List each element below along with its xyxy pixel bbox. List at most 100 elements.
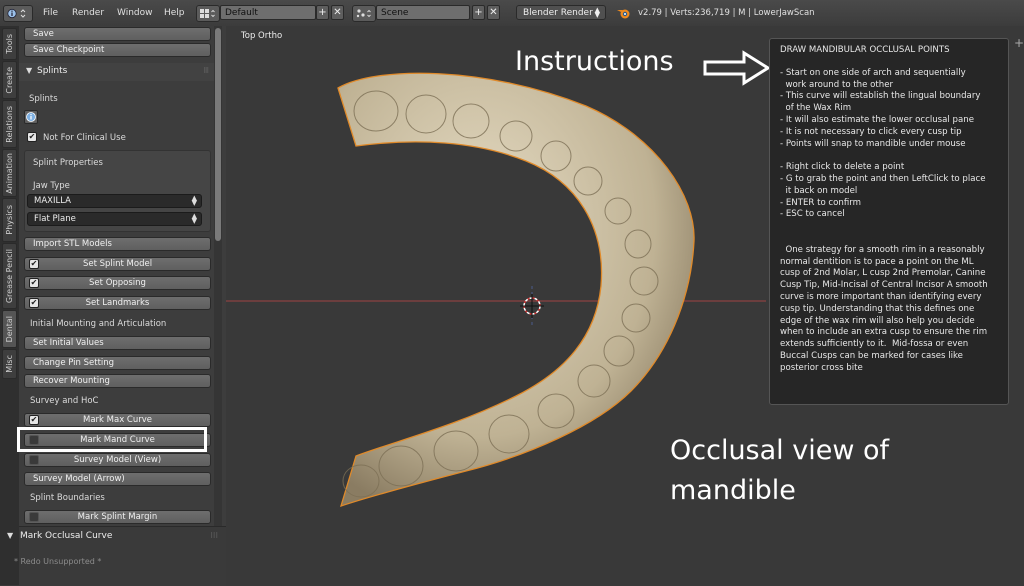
set-splint-model-button[interactable]: ✔ Set Splint Model: [24, 257, 211, 271]
layout-grid-icon: [200, 9, 215, 18]
survey-model-view-button[interactable]: Survey Model (View): [24, 453, 211, 467]
import-stl-button[interactable]: Import STL Models: [24, 237, 211, 251]
mark-splint-margin-checkbox[interactable]: [29, 512, 39, 522]
tab-misc-label: Misc: [5, 355, 14, 373]
info-icon: [7, 8, 26, 19]
plane-select[interactable]: Flat Plane ▲ ▼: [27, 212, 202, 226]
tab-create[interactable]: Create: [2, 61, 17, 99]
tab-dental[interactable]: Dental: [2, 310, 17, 348]
collapse-triangle-icon[interactable]: ▼: [7, 531, 13, 540]
close-icon: ✕: [333, 7, 342, 18]
menu-render-label: Render: [72, 8, 105, 18]
set-splint-model-checkbox[interactable]: ✔: [29, 259, 39, 269]
panel-scrollbar[interactable]: [214, 26, 222, 526]
tab-grease-pencil[interactable]: Grease Pencil: [2, 243, 17, 309]
save-checkpoint-button[interactable]: Save Checkpoint: [24, 43, 211, 57]
tab-relations[interactable]: Relations: [2, 100, 17, 148]
drag-handle-icon[interactable]: ⁝⁝⁝: [203, 66, 209, 75]
info-icon: [26, 112, 36, 122]
add-scene-button[interactable]: +: [472, 5, 485, 20]
menu-help-label: Help: [164, 8, 185, 18]
mark-max-curve-checkbox[interactable]: ✔: [29, 415, 39, 425]
updown-arrow-icon: ▲ ▼: [594, 5, 600, 19]
mark-max-curve-label: Mark Max Curve: [82, 415, 152, 425]
collapse-triangle-icon: ▼: [26, 66, 33, 75]
set-initial-values-label: Set Initial Values: [33, 338, 104, 348]
tab-misc[interactable]: Misc: [2, 349, 17, 379]
operator-header-label: Mark Occlusal Curve: [20, 531, 113, 541]
survey-model-arrow-label: Survey Model (Arrow): [33, 474, 125, 484]
splints-label: Splints: [29, 94, 58, 104]
initial-mounting-label: Initial Mounting and Articulation: [30, 319, 167, 329]
updown-arrow-icon: ▲ ▼: [191, 212, 197, 225]
tab-animation-label: Animation: [5, 152, 14, 194]
plus-icon[interactable]: +: [1014, 36, 1024, 50]
plus-icon: +: [318, 7, 327, 18]
info-button[interactable]: [24, 110, 38, 124]
scene-value: Scene: [381, 7, 409, 18]
jaw-type-value: MAXILLA: [34, 196, 71, 206]
close-icon: ✕: [489, 7, 498, 18]
instruction-title: DRAW MANDIBULAR OCCLUSAL POINTS: [780, 45, 950, 55]
tab-tools-label: Tools: [5, 34, 14, 54]
set-opposing-button[interactable]: ✔ Set Opposing: [24, 276, 211, 290]
change-pin-label: Change Pin Setting: [33, 358, 115, 368]
menu-render[interactable]: Render: [72, 0, 104, 26]
3d-viewport[interactable]: Top Ortho Instructions Occlusal view of …: [226, 26, 1024, 585]
tab-create-label: Create: [5, 66, 14, 94]
survey-model-arrow-button[interactable]: Survey Model (Arrow): [24, 472, 211, 486]
mark-splint-margin-button[interactable]: Mark Splint Margin: [24, 510, 211, 524]
3d-cursor-icon[interactable]: [520, 294, 544, 318]
splints-panel-header[interactable]: ▼ Splints ⁝⁝⁝: [19, 63, 214, 81]
survey-model-view-label: Survey Model (View): [73, 455, 162, 465]
arrow-right-icon: [703, 50, 771, 86]
mark-max-curve-button[interactable]: ✔ Mark Max Curve: [24, 413, 211, 427]
jaw-type-select[interactable]: MAXILLA ▲ ▼: [27, 194, 202, 208]
save-checkpoint-label: Save Checkpoint: [33, 45, 105, 55]
remove-layout-button[interactable]: ✕: [331, 5, 344, 20]
set-landmarks-label: Set Landmarks: [85, 298, 150, 308]
jaw-type-label: Jaw Type: [33, 181, 70, 191]
plane-value: Flat Plane: [34, 214, 76, 224]
splints-header-label: Splints: [37, 66, 68, 76]
add-layout-button[interactable]: +: [316, 5, 329, 20]
remove-scene-button[interactable]: ✕: [487, 5, 500, 20]
scene-field[interactable]: Scene: [376, 5, 470, 20]
splint-boundaries-label: Splint Boundaries: [30, 493, 105, 503]
status-info: v2.79 | Verts:236,719 | M | LowerJawScan: [638, 0, 815, 26]
render-engine-dropdown[interactable]: Blender Render ▲ ▼: [516, 5, 606, 20]
tab-tools[interactable]: Tools: [2, 28, 17, 60]
tool-panel: Save Save Checkpoint ▼ Splints ⁝⁝⁝ Splin…: [7, 26, 226, 586]
change-pin-button[interactable]: Change Pin Setting: [24, 356, 211, 370]
checkmark-icon: ✔: [30, 278, 38, 287]
menu-window[interactable]: Window: [117, 0, 153, 26]
instructions-callout: Instructions: [515, 46, 674, 77]
occlusal-caption: Occlusal view of mandible: [670, 435, 890, 506]
set-opposing-checkbox[interactable]: ✔: [29, 278, 39, 288]
menu-file[interactable]: File: [43, 0, 58, 26]
tab-physics-label: Physics: [5, 205, 14, 235]
editor-type-button[interactable]: [3, 5, 33, 22]
mandible-model[interactable]: [337, 72, 695, 508]
menu-help[interactable]: Help: [164, 0, 185, 26]
drag-handle-icon[interactable]: ⁝⁝⁝: [210, 531, 218, 540]
survey-model-view-checkbox[interactable]: [29, 455, 39, 465]
layout-field[interactable]: Default: [220, 5, 316, 20]
set-initial-values-button[interactable]: Set Initial Values: [24, 336, 211, 350]
tab-physics[interactable]: Physics: [2, 198, 17, 242]
tab-animation[interactable]: Animation: [2, 149, 17, 197]
recover-mounting-button[interactable]: Recover Mounting: [24, 374, 211, 388]
instruction-body: - Start on one side of arch and sequenti…: [780, 67, 988, 373]
not-clinical-checkbox[interactable]: ✔: [27, 132, 37, 142]
recover-mounting-label: Recover Mounting: [33, 376, 110, 386]
screen-layout-button[interactable]: [196, 5, 220, 22]
set-landmarks-button[interactable]: ✔ Set Landmarks: [24, 296, 211, 310]
save-button[interactable]: Save: [24, 27, 211, 41]
highlight-box: [17, 427, 207, 452]
scrollbar-thumb[interactable]: [215, 28, 221, 241]
set-landmarks-checkbox[interactable]: ✔: [29, 298, 39, 308]
scene-button[interactable]: [352, 5, 376, 22]
checkmark-icon: ✔: [28, 132, 36, 141]
checkmark-icon: ✔: [30, 259, 38, 268]
tool-tabs: Tools Create Relations Animation Physics…: [0, 26, 20, 585]
